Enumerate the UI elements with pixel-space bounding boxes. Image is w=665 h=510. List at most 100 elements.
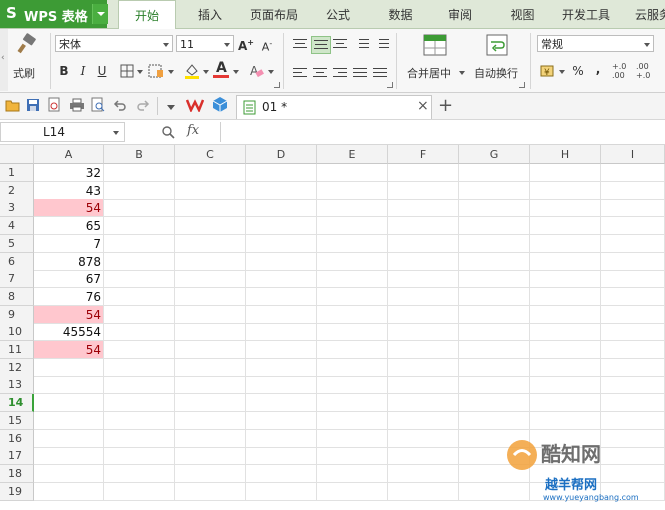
decrease-font-icon[interactable]: A- (258, 35, 276, 54)
cell[interactable] (175, 483, 246, 501)
row-header[interactable]: 14 (0, 394, 34, 412)
cell[interactable] (317, 235, 388, 253)
row-header[interactable]: 10 (0, 323, 34, 341)
cell[interactable] (175, 447, 246, 465)
cell-a[interactable]: 54 (34, 306, 104, 324)
cell-a[interactable]: 65 (34, 217, 104, 235)
close-tab-icon[interactable]: × (417, 98, 429, 114)
cell[interactable] (601, 253, 665, 271)
cell-a[interactable] (34, 412, 104, 430)
cell[interactable] (601, 217, 665, 235)
document-tab[interactable]: 01 * × (236, 95, 432, 119)
cell-a[interactable] (34, 376, 104, 394)
column-header[interactable]: A (34, 145, 104, 164)
cell[interactable] (388, 288, 459, 306)
zoom-search-icon[interactable] (161, 125, 175, 139)
tab-3[interactable]: 公式 (313, 0, 363, 28)
cell[interactable] (601, 323, 665, 341)
row-header[interactable]: 5 (0, 235, 34, 253)
cell[interactable] (601, 341, 665, 359)
cell[interactable] (175, 164, 246, 182)
cell[interactable] (104, 376, 175, 394)
cell[interactable] (175, 199, 246, 217)
cell[interactable] (175, 288, 246, 306)
underline-button[interactable]: U (93, 62, 111, 80)
cell[interactable] (530, 359, 601, 377)
cell[interactable] (246, 430, 317, 448)
align-bottom-icon[interactable] (331, 36, 349, 52)
cell[interactable] (317, 430, 388, 448)
cell-a[interactable] (34, 483, 104, 501)
cell[interactable] (104, 288, 175, 306)
format-painter-button[interactable]: 式刷 (10, 31, 46, 87)
row-header[interactable]: 16 (0, 430, 34, 448)
cell[interactable] (175, 270, 246, 288)
cell[interactable] (601, 164, 665, 182)
cell[interactable] (530, 323, 601, 341)
cell[interactable] (388, 182, 459, 200)
row-header[interactable]: 19 (0, 483, 34, 501)
cell[interactable] (530, 217, 601, 235)
row-header[interactable]: 11 (0, 341, 34, 359)
cell[interactable] (459, 341, 530, 359)
cell[interactable] (104, 253, 175, 271)
cell[interactable] (388, 447, 459, 465)
font-color-dropdown-icon[interactable] (233, 70, 239, 74)
cell[interactable] (175, 182, 246, 200)
cell[interactable] (601, 394, 665, 412)
cell[interactable] (317, 394, 388, 412)
dialog-launcher-icon[interactable] (274, 82, 280, 88)
cell[interactable] (459, 164, 530, 182)
cell[interactable] (601, 376, 665, 394)
increase-indent-icon[interactable] (373, 36, 391, 52)
merge-center-label[interactable]: 合并居中 (407, 65, 451, 81)
cell[interactable] (175, 235, 246, 253)
cell[interactable] (530, 199, 601, 217)
cell[interactable] (104, 270, 175, 288)
borders-icon[interactable] (120, 64, 134, 78)
cell[interactable] (530, 306, 601, 324)
align-top-icon[interactable] (291, 36, 309, 52)
row-header[interactable]: 8 (0, 288, 34, 306)
cell[interactable] (104, 465, 175, 483)
cell[interactable] (388, 483, 459, 501)
cell[interactable] (530, 394, 601, 412)
cell[interactable] (530, 341, 601, 359)
cell[interactable] (246, 323, 317, 341)
name-box[interactable]: L14 (0, 122, 125, 142)
italic-button[interactable]: I (74, 62, 92, 80)
cell-style-dropdown-icon[interactable] (168, 70, 174, 74)
cell[interactable] (601, 306, 665, 324)
cell[interactable] (104, 412, 175, 430)
cell[interactable] (388, 217, 459, 235)
cell[interactable] (601, 270, 665, 288)
distributed-icon[interactable] (371, 65, 389, 81)
cell[interactable] (388, 359, 459, 377)
cell[interactable] (317, 465, 388, 483)
cell-a[interactable]: 43 (34, 182, 104, 200)
column-header[interactable]: D (246, 145, 317, 164)
cell[interactable] (459, 217, 530, 235)
cell[interactable] (601, 288, 665, 306)
cell[interactable] (459, 199, 530, 217)
cell[interactable] (246, 359, 317, 377)
cell[interactable] (388, 306, 459, 324)
tab-2[interactable]: 页面布局 (240, 0, 308, 28)
decrease-decimal-button[interactable]: .00 +.0 (636, 62, 654, 82)
cell[interactable] (317, 483, 388, 501)
tab-4[interactable]: 数据 (373, 0, 428, 28)
comma-button[interactable]: , (589, 60, 607, 78)
cell[interactable] (246, 217, 317, 235)
cell[interactable] (317, 306, 388, 324)
cell[interactable] (530, 288, 601, 306)
cell[interactable] (104, 359, 175, 377)
cell[interactable] (104, 217, 175, 235)
row-header[interactable]: 17 (0, 447, 34, 465)
currency-dropdown-icon[interactable] (559, 70, 565, 74)
cell[interactable] (175, 394, 246, 412)
font-name-select[interactable]: 宋体 (55, 35, 173, 52)
cell[interactable] (459, 359, 530, 377)
cell[interactable] (317, 288, 388, 306)
cell[interactable] (246, 253, 317, 271)
merge-dropdown-icon[interactable] (459, 71, 465, 75)
